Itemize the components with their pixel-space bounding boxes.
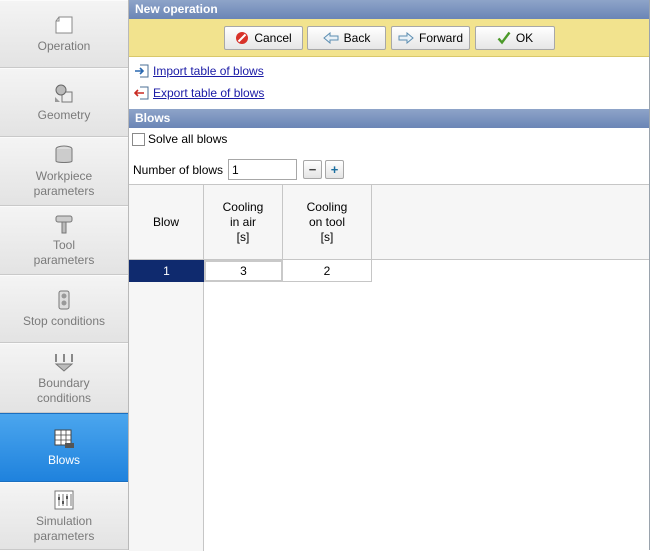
blows-table: Blow Cooling in air [s] Cooling on tool … <box>129 184 649 551</box>
import-icon <box>135 64 149 78</box>
operation-icon <box>55 16 73 34</box>
column-header-label: Blow <box>152 214 179 229</box>
import-row: Import table of blows <box>134 62 264 80</box>
ok-label: OK <box>515 31 534 45</box>
sidebar-item-label: Simulation parameters <box>33 513 95 543</box>
export-row: Export table of blows <box>134 84 264 102</box>
sidebar-item-label: Tool parameters <box>33 238 95 267</box>
number-of-blows-label: Number of blows <box>133 162 224 177</box>
back-button[interactable]: Back <box>307 26 386 50</box>
cancel-label: Cancel <box>254 31 292 45</box>
sidebar-item-label: Stop conditions <box>22 314 106 328</box>
solve-all-row: Solve all blows <box>132 132 227 146</box>
column-header-cooling-on-tool: Cooling on tool [s] <box>283 185 372 260</box>
sidebar: Operation Geometry Workpiece parameters … <box>0 0 129 550</box>
column-header-label: Cooling on tool [s] <box>306 199 348 244</box>
sidebar-item-boundary-conditions[interactable]: Boundary conditions <box>0 343 128 413</box>
main-panel: New operation Cancel Back Forward OK Imp… <box>129 0 650 551</box>
row-header-column <box>129 260 204 551</box>
cancel-icon <box>236 32 249 44</box>
arrow-right-icon <box>398 32 414 44</box>
column-header-blow: Blow <box>129 185 204 260</box>
sidebar-item-label: Geometry <box>37 107 91 122</box>
tool-icon <box>55 215 73 234</box>
column-header-label: Cooling in air [s] <box>222 199 264 244</box>
simulation-parameters-icon <box>54 490 74 509</box>
sidebar-item-blows[interactable]: Blows <box>0 413 128 482</box>
sidebar-item-label: Workpiece parameters <box>33 169 95 198</box>
sidebar-item-label: Boundary conditions <box>36 375 92 405</box>
blows-section-title: Blows <box>129 109 649 128</box>
sidebar-item-simulation-parameters[interactable]: Simulation parameters <box>0 482 128 550</box>
sidebar-item-tool-parameters[interactable]: Tool parameters <box>0 206 128 275</box>
export-icon <box>134 86 149 100</box>
workpiece-icon <box>55 145 73 163</box>
number-of-blows-input[interactable] <box>228 159 298 180</box>
decrement-button[interactable]: − <box>303 160 323 179</box>
column-header-empty <box>372 185 649 260</box>
blows-count-row: Number of blows − + <box>133 159 345 180</box>
page-title: New operation <box>129 0 649 19</box>
boundary-conditions-icon <box>54 353 74 372</box>
cell-cooling-on-tool[interactable]: 2 <box>283 260 372 282</box>
stop-conditions-icon <box>58 290 70 310</box>
checkmark-icon <box>497 31 511 45</box>
cancel-button[interactable]: Cancel <box>224 26 303 50</box>
column-header-cooling-in-air: Cooling in air [s] <box>204 185 283 260</box>
arrow-left-icon <box>322 32 339 44</box>
back-label: Back <box>343 31 371 45</box>
sidebar-item-label: Operation <box>37 39 91 53</box>
import-link[interactable]: Import table of blows <box>153 64 264 78</box>
blows-icon <box>54 429 74 448</box>
export-link[interactable]: Export table of blows <box>153 86 264 100</box>
sidebar-item-operation[interactable]: Operation <box>0 0 128 68</box>
sidebar-item-label: Blows <box>47 452 80 467</box>
row-header-blow-1[interactable]: 1 <box>129 260 204 282</box>
increment-button[interactable]: + <box>325 160 345 179</box>
cell-cooling-in-air[interactable]: 3 <box>204 260 283 282</box>
sidebar-item-stop-conditions[interactable]: Stop conditions <box>0 275 128 343</box>
forward-label: Forward <box>418 31 463 45</box>
toolbar: Cancel Back Forward OK <box>129 19 649 57</box>
solve-all-label: Solve all blows <box>148 132 228 146</box>
sidebar-item-geometry[interactable]: Geometry <box>0 68 128 137</box>
geometry-icon <box>55 84 73 102</box>
forward-button[interactable]: Forward <box>391 26 470 50</box>
ok-button[interactable]: OK <box>475 26 555 50</box>
sidebar-item-workpiece-parameters[interactable]: Workpiece parameters <box>0 137 128 206</box>
solve-all-checkbox[interactable] <box>132 132 145 146</box>
